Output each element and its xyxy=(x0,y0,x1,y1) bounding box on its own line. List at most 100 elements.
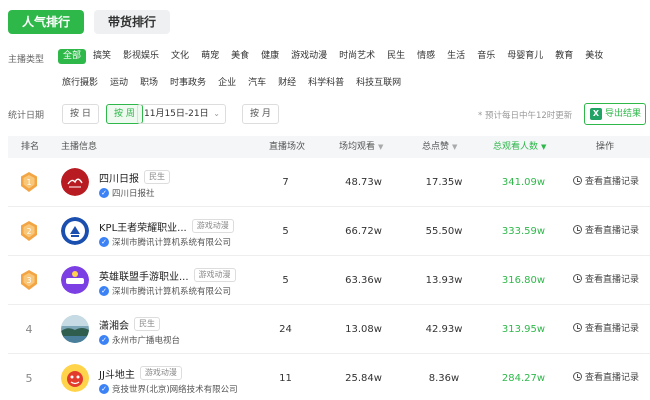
category-row1-4[interactable]: 萌宠 xyxy=(196,49,224,64)
category-row1-11[interactable]: 生活 xyxy=(442,49,470,64)
category-list-row1: 全部 搞笑 影视娱乐 文化 萌宠 美食 健康 游戏动漫 时尚艺术 民生 情感 生活 音乐 母婴育儿 教育 美妆 xyxy=(58,49,610,64)
verified-icon: ✓ xyxy=(99,384,109,394)
category-row1-8[interactable]: 时尚艺术 xyxy=(334,49,380,64)
excel-icon: X xyxy=(590,108,602,120)
sessions-cell: 5 xyxy=(282,226,289,237)
category-tag: 民生 xyxy=(144,170,170,184)
category-filter-label: 主播类型 xyxy=(8,55,45,65)
likes-cell: 42.93w xyxy=(425,324,463,335)
host-name[interactable]: 潇湘会 xyxy=(99,317,129,332)
chevron-down-icon: ⌄ xyxy=(213,109,220,118)
category-row2-2[interactable]: 职场 xyxy=(135,76,163,91)
avatar[interactable] xyxy=(61,266,89,294)
tab-sales[interactable]: 带货排行 xyxy=(94,10,171,34)
view-records-button[interactable]: 查看直播记录 xyxy=(573,354,639,400)
svg-text:1: 1 xyxy=(26,178,31,187)
host-org: 永州市广播电视台 xyxy=(112,336,181,346)
col-rank: 排名 xyxy=(21,142,40,152)
sessions-cell: 5 xyxy=(282,275,289,286)
avatar[interactable] xyxy=(61,217,89,245)
avatar[interactable] xyxy=(61,364,89,392)
category-row2-5[interactable]: 汽车 xyxy=(243,76,271,91)
col-total-viewers[interactable]: 总观看人数 ▼ xyxy=(493,136,546,158)
category-row1-0[interactable]: 全部 xyxy=(58,49,87,64)
avatar[interactable] xyxy=(61,315,89,343)
avg-views-cell: 66.72w xyxy=(345,226,382,237)
total-viewers-cell: 313.95w xyxy=(501,324,546,335)
table-row: 2 KPL王者荣耀职业... 游戏动漫 ✓ 深圳市腾讯计算机系统有限公司 5 66.72w 5… xyxy=(8,207,650,256)
host-org: 深圳市腾讯计算机系统有限公司 xyxy=(112,287,232,297)
host-org: 深圳市腾讯计算机系统有限公司 xyxy=(112,238,232,248)
week-select-value: 11月15日-21日 xyxy=(144,109,209,119)
table-row: 1 四川日报 民生 ✓ 四川日报社 7 48.73w 17.35w 341.09w 查看直播记录 xyxy=(8,158,650,207)
category-row2-6[interactable]: 财经 xyxy=(273,76,301,91)
category-row1-15[interactable]: 美妆 xyxy=(580,49,608,64)
by-month-button[interactable]: 按 月 xyxy=(242,104,279,124)
host-org-line: ✓ 四川日报社 xyxy=(99,187,155,199)
col-likes-label: 总点赞 xyxy=(422,142,450,152)
host-name[interactable]: KPL王者荣耀职业... xyxy=(99,219,187,234)
host-name[interactable]: 英雄联盟手游职业... xyxy=(99,268,189,283)
medal-icon: 2 xyxy=(19,220,39,243)
sort-icon: ▼ xyxy=(541,143,547,151)
svg-text:3: 3 xyxy=(26,276,31,285)
category-tag: 游戏动漫 xyxy=(193,268,236,282)
col-host: 主播信息 xyxy=(61,142,98,152)
avatar[interactable] xyxy=(61,168,89,196)
category-row2-0[interactable]: 旅行摄影 xyxy=(57,76,103,91)
table-header: 排名 主播信息 直播场次 场均观看 ▼ 总点赞 ▼ 总观看人数 ▼ 操作 xyxy=(8,136,650,158)
sessions-cell: 24 xyxy=(279,324,292,335)
tab-popularity[interactable]: 人气排行 xyxy=(8,10,85,34)
sort-icon: ▼ xyxy=(452,143,458,151)
category-row1-9[interactable]: 民生 xyxy=(382,49,410,64)
table-row: 5 JJ斗地主 游戏动漫 ✓ 竞技世界(北京)网络技术有限公司 11 25.84w 8.36w… xyxy=(8,354,650,400)
category-row1-1[interactable]: 搞笑 xyxy=(88,49,116,64)
category-row1-2[interactable]: 影视娱乐 xyxy=(118,49,164,64)
view-records-label: 查看直播记录 xyxy=(585,324,640,334)
clock-icon xyxy=(573,274,582,283)
category-row2-3[interactable]: 时事政务 xyxy=(165,76,211,91)
host-org-line: ✓ 深圳市腾讯计算机系统有限公司 xyxy=(99,236,231,248)
rank-number: 5 xyxy=(25,372,33,385)
category-row2-4[interactable]: 企业 xyxy=(213,76,241,91)
export-button[interactable]: X 导出结果 xyxy=(584,103,646,125)
view-records-button[interactable]: 查看直播记录 xyxy=(573,158,639,207)
category-row1-7[interactable]: 游戏动漫 xyxy=(286,49,332,64)
col-sessions[interactable]: 直播场次 xyxy=(269,136,305,158)
verified-icon: ✓ xyxy=(99,335,109,345)
category-row1-3[interactable]: 文化 xyxy=(166,49,194,64)
category-row2-8[interactable]: 科技互联网 xyxy=(351,76,406,91)
total-viewers-cell: 341.09w xyxy=(501,177,546,188)
category-row1-14[interactable]: 教育 xyxy=(550,49,578,64)
verified-icon: ✓ xyxy=(99,237,109,247)
view-records-button[interactable]: 查看直播记录 xyxy=(573,256,639,305)
view-records-button[interactable]: 查看直播记录 xyxy=(573,207,639,256)
likes-cell: 55.50w xyxy=(425,226,463,237)
category-row1-12[interactable]: 音乐 xyxy=(472,49,500,64)
category-row1-10[interactable]: 情感 xyxy=(412,49,440,64)
by-day-button[interactable]: 按 日 xyxy=(62,104,99,124)
host-name[interactable]: 四川日报 xyxy=(99,170,139,185)
host-name[interactable]: JJ斗地主 xyxy=(99,366,135,381)
category-row1-5[interactable]: 美食 xyxy=(226,49,254,64)
table-row: 3 英雄联盟手游职业... 游戏动漫 ✓ 深圳市腾讯计算机系统有限公司 5 63.36w 13… xyxy=(8,256,650,305)
export-label: 导出结果 xyxy=(605,109,642,119)
view-records-button[interactable]: 查看直播记录 xyxy=(573,305,639,354)
category-row1-6[interactable]: 健康 xyxy=(256,49,284,64)
category-row2-1[interactable]: 运动 xyxy=(105,76,133,91)
view-records-label: 查看直播记录 xyxy=(585,226,640,236)
host-org-line: ✓ 竞技世界(北京)网络技术有限公司 xyxy=(99,383,238,395)
host-name-line: 英雄联盟手游职业... 游戏动漫 xyxy=(99,268,236,283)
col-action: 操作 xyxy=(596,142,615,152)
likes-cell: 8.36w xyxy=(428,373,460,384)
host-name-line: 四川日报 民生 xyxy=(99,170,170,185)
week-select[interactable]: 11月15日-21日 ⌄ xyxy=(137,104,226,124)
table-row: 4 潇湘会 民生 ✓ 永州市广播电视台 24 13.08w 42.93w 313.95w 查看直播… xyxy=(8,305,650,354)
category-row1-13[interactable]: 母婴育儿 xyxy=(502,49,548,64)
category-row2-7[interactable]: 科学科普 xyxy=(303,76,349,91)
col-avg-views[interactable]: 场均观看 ▼ xyxy=(339,136,383,158)
svg-text:2: 2 xyxy=(26,227,31,236)
col-likes[interactable]: 总点赞 ▼ xyxy=(422,136,457,158)
total-viewers-cell: 284.27w xyxy=(501,373,546,384)
rank-number: 4 xyxy=(25,323,33,336)
